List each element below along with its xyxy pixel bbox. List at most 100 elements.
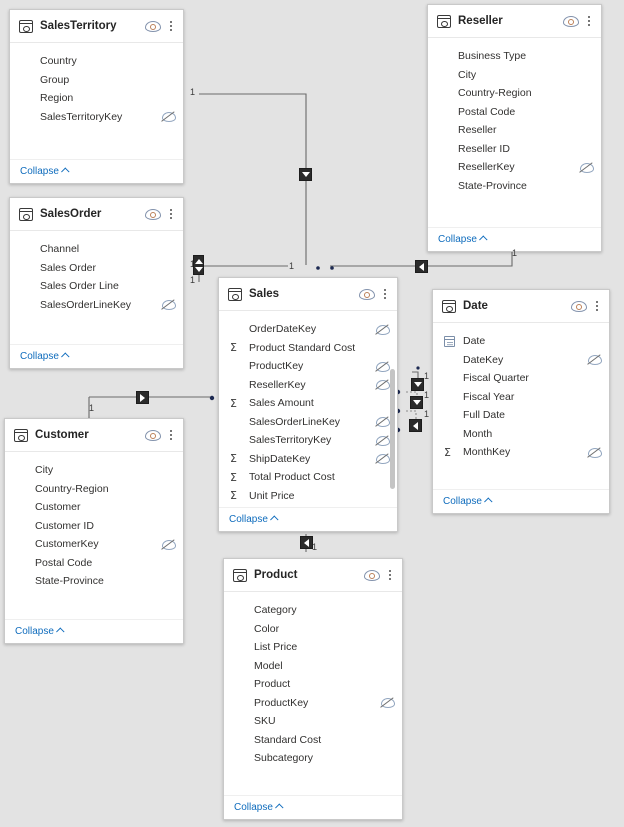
relationship-arrow-reseller-sales[interactable] [415,260,428,273]
table-header[interactable]: SalesTerritory [10,10,183,43]
field-row[interactable]: City [428,66,601,85]
more-options-icon[interactable] [584,16,594,26]
field-row[interactable]: Category [224,601,402,620]
hidden-field-eye-icon[interactable] [161,111,176,123]
table-header[interactable]: Sales [219,278,397,311]
field-row[interactable]: Customer [5,498,183,517]
field-row[interactable]: Date [433,332,609,351]
table-card-date[interactable]: Date Date DateKey Fiscal Quarter Fiscal Year… [432,289,610,514]
more-options-icon[interactable] [380,289,390,299]
field-row[interactable]: ProductKey [224,694,402,713]
field-row[interactable]: Channel [10,240,183,259]
hidden-field-eye-icon[interactable] [375,324,390,335]
relationship-arrow-date-sales-2[interactable] [410,396,423,409]
field-list-scrollbar[interactable] [390,369,395,489]
field-row[interactable]: City [5,461,183,480]
field-row[interactable]: Fiscal Year [433,388,609,407]
hidden-field-eye-icon[interactable] [375,379,390,391]
field-row[interactable]: ResellerKey [428,158,601,177]
collapse-button[interactable]: Collapse [20,166,70,177]
more-options-icon[interactable] [166,209,176,219]
collapse-button[interactable]: Collapse [229,514,279,525]
more-options-icon[interactable] [592,301,602,311]
preview-data-eye-icon[interactable] [144,429,161,442]
field-row[interactable]: Reseller ID [428,140,601,159]
field-row[interactable]: Product [224,675,402,694]
field-row[interactable]: Group [10,71,183,90]
preview-data-eye-icon[interactable] [562,15,579,28]
hidden-field-eye-icon[interactable] [380,697,395,709]
field-row[interactable]: Sales Order Line [10,277,183,296]
field-row[interactable]: Subcategory [224,749,402,768]
model-diagram-canvas[interactable]: 1 1 1 1 1 1 1 1 1 1 SalesTerritoryCountr… [0,0,624,827]
field-row[interactable]: Business Type [428,47,601,66]
collapse-button[interactable]: Collapse [234,802,284,813]
table-header[interactable]: Customer [5,419,183,452]
field-row[interactable]: Country-Region [428,84,601,103]
field-row[interactable]: Model [224,657,402,676]
preview-data-eye-icon[interactable] [358,288,375,301]
field-row[interactable]: Σ ShipDateKey [219,450,397,469]
table-card-product[interactable]: Product Category Color List Price Model Produ… [223,558,403,820]
preview-data-eye-icon[interactable] [144,208,161,221]
table-header[interactable]: Reseller [428,5,601,38]
hidden-field-eye-icon[interactable] [579,162,594,173]
collapse-button[interactable]: Collapse [15,626,65,637]
field-row[interactable]: SKU [224,712,402,731]
field-row[interactable]: Σ MonthKey [433,443,609,462]
table-card-salesorder[interactable]: SalesOrder Channel Sales Order Sales Order … [9,197,184,369]
hidden-field-eye-icon[interactable] [587,447,602,458]
field-row[interactable]: State-Province [428,177,601,196]
relationship-arrow-salesorder-sales[interactable] [193,255,204,275]
field-row[interactable]: Month [433,425,609,444]
more-options-icon[interactable] [385,570,395,580]
table-card-reseller[interactable]: Reseller Business Type City Country-Region P… [427,4,602,252]
preview-data-eye-icon[interactable] [570,300,587,313]
preview-data-eye-icon[interactable] [363,569,380,582]
field-row[interactable]: List Price [224,638,402,657]
field-row[interactable]: State-Province [5,572,183,591]
hidden-field-eye-icon[interactable] [161,299,176,311]
relationship-arrow-date-sales-1[interactable] [411,378,424,391]
more-options-icon[interactable] [166,21,176,31]
hidden-field-eye-icon[interactable] [375,435,390,446]
field-row[interactable]: Standard Cost [224,731,402,750]
field-row[interactable]: ProductKey [219,357,397,376]
field-row[interactable]: ResellerKey [219,376,397,395]
collapse-button[interactable]: Collapse [443,496,493,507]
field-row[interactable]: Σ Product Standard Cost [219,339,397,358]
table-header[interactable]: Product [224,559,402,592]
field-row[interactable]: Σ Sales Amount [219,394,397,413]
relationship-arrow-date-sales-3[interactable] [409,419,422,432]
field-row[interactable]: SalesOrderLineKey [219,413,397,432]
field-row[interactable]: Color [224,620,402,639]
field-row[interactable]: Full Date [433,406,609,425]
field-row[interactable]: Country [10,52,183,71]
field-row[interactable]: CustomerKey [5,535,183,554]
table-header[interactable]: SalesOrder [10,198,183,231]
collapse-button[interactable]: Collapse [438,234,488,245]
relationship-arrow-product-sales[interactable] [300,536,313,549]
field-row[interactable]: Fiscal Quarter [433,369,609,388]
field-row[interactable]: ΣUnit Price Discount Pct [219,505,397,507]
field-row[interactable]: OrderDateKey [219,320,397,339]
table-card-sales[interactable]: Sales OrderDateKey Σ Product Standard Cost P… [218,277,398,532]
field-row[interactable]: Country-Region [5,480,183,499]
hidden-field-eye-icon[interactable] [375,416,390,428]
field-row[interactable]: SalesTerritoryKey [219,431,397,450]
field-row[interactable]: Postal Code [5,554,183,573]
table-header[interactable]: Date [433,290,609,323]
field-row[interactable]: Σ Total Product Cost [219,468,397,487]
relationship-arrow-salesterritory-sales[interactable] [299,168,312,181]
field-row[interactable]: Reseller [428,121,601,140]
collapse-button[interactable]: Collapse [20,351,70,362]
field-row[interactable]: Σ Unit Price [219,487,397,506]
field-row[interactable]: Customer ID [5,517,183,536]
field-row[interactable]: SalesTerritoryKey [10,108,183,127]
hidden-field-eye-icon[interactable] [161,539,176,550]
table-card-customer[interactable]: Customer City Country-Region Customer Custom… [4,418,184,644]
field-row[interactable]: SalesOrderLineKey [10,296,183,315]
hidden-field-eye-icon[interactable] [587,354,602,366]
hidden-field-eye-icon[interactable] [375,453,390,465]
field-row[interactable]: Postal Code [428,103,601,122]
